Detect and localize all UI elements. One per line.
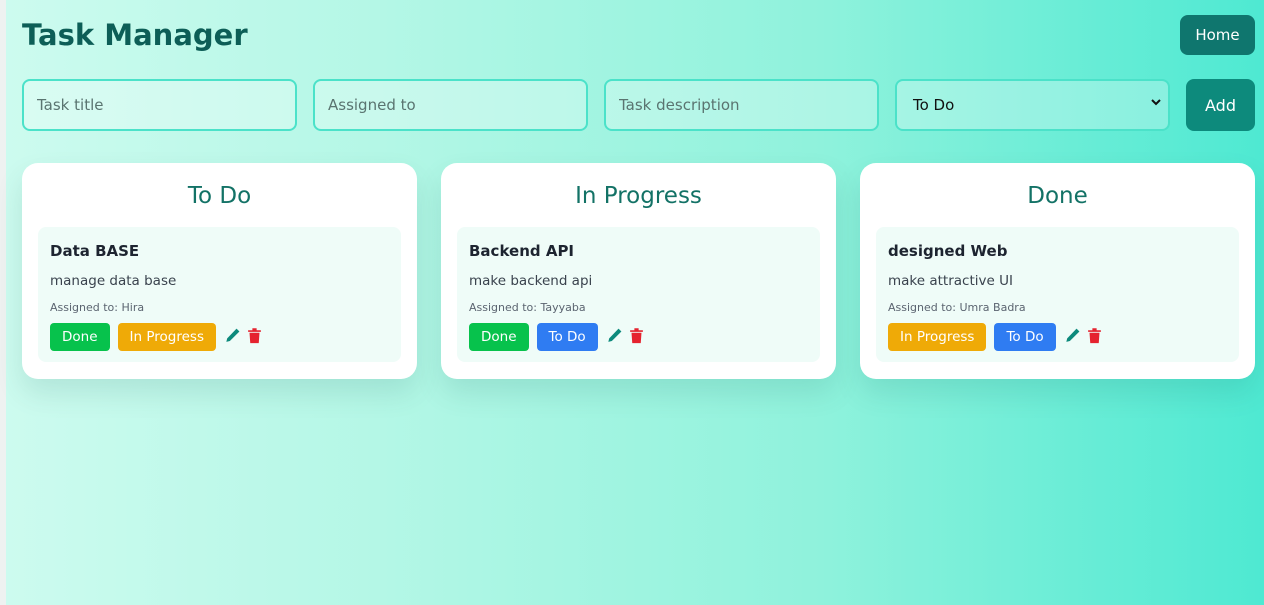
move-to-in-progress-button[interactable]: In Progress — [117, 323, 216, 351]
column-to-do: To Do Data BASE manage data base Assigne… — [22, 163, 417, 379]
task-assignee: Assigned to: Umra Badra — [888, 301, 1026, 314]
task-title-input[interactable] — [22, 79, 297, 131]
assigned-to-input[interactable] — [313, 79, 588, 131]
task-card: Data BASE manage data base Assigned to: … — [38, 227, 401, 362]
task-card: designed Web make attractive UI Assigned… — [876, 227, 1239, 362]
assignee-name: Hira — [121, 301, 145, 314]
column-in-progress: In Progress Backend API make backend api… — [441, 163, 836, 379]
task-title: Backend API — [469, 242, 575, 260]
assigned-label: Assigned to: — [888, 301, 960, 314]
assigned-label: Assigned to: — [469, 301, 541, 314]
task-description: make attractive UI — [888, 273, 1013, 289]
column-title: To Do — [187, 183, 252, 209]
add-task-button[interactable]: Add — [1186, 79, 1255, 131]
move-to-todo-button[interactable]: To Do — [994, 323, 1056, 351]
task-description: make backend api — [469, 273, 593, 289]
home-button[interactable]: Home — [1180, 15, 1255, 55]
move-to-done-button[interactable]: Done — [469, 323, 529, 351]
assignee-name: Tayyaba — [540, 301, 586, 314]
task-assignee: Assigned to: Hira — [50, 301, 144, 314]
chevron-down-icon — [1150, 96, 1162, 112]
status-select-value: To Do — [913, 96, 955, 114]
move-to-done-button[interactable]: Done — [50, 323, 110, 351]
trash-icon[interactable] — [247, 327, 262, 348]
task-description-input[interactable] — [604, 79, 879, 131]
status-select[interactable]: To Do — [895, 79, 1170, 131]
column-title: Done — [1027, 183, 1088, 209]
left-edge-strip — [0, 0, 6, 605]
task-description: manage data base — [50, 273, 177, 289]
column-title: In Progress — [575, 183, 702, 209]
trash-icon[interactable] — [1087, 327, 1102, 348]
pencil-icon[interactable] — [224, 327, 241, 348]
task-title: designed Web — [888, 242, 1008, 260]
move-to-in-progress-button[interactable]: In Progress — [888, 323, 987, 351]
task-actions: Done To Do — [469, 323, 650, 351]
page-title: Task Manager — [22, 18, 248, 52]
task-actions: In Progress To Do — [888, 323, 1108, 351]
task-actions: Done In Progress — [50, 323, 268, 351]
assignee-name: Umra Badra — [959, 301, 1026, 314]
pencil-icon[interactable] — [1064, 327, 1081, 348]
column-done: Done designed Web make attractive UI Ass… — [860, 163, 1255, 379]
trash-icon[interactable] — [629, 327, 644, 348]
task-title: Data BASE — [50, 242, 140, 260]
task-assignee: Assigned to: Tayyaba — [469, 301, 586, 314]
pencil-icon[interactable] — [606, 327, 623, 348]
move-to-todo-button[interactable]: To Do — [536, 323, 598, 351]
task-card: Backend API make backend api Assigned to… — [457, 227, 820, 362]
assigned-label: Assigned to: — [50, 301, 122, 314]
